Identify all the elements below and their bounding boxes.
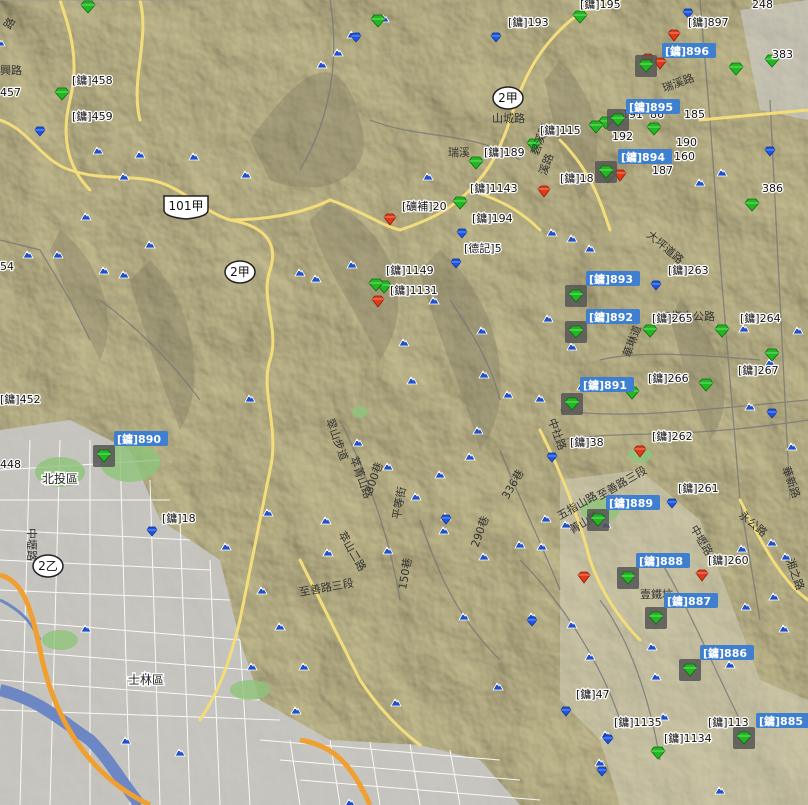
mine-label-m452[interactable]: [鏞]452 bbox=[0, 391, 42, 408]
mine-label-m47[interactable]: [鏞]47 bbox=[575, 686, 611, 703]
selected-label-text[interactable]: [鏞]892 bbox=[589, 310, 633, 324]
mine-label-m38[interactable]: [鏞]38 bbox=[569, 434, 605, 451]
map-view[interactable]: 101甲 2甲 2甲 2乙 路興路 山城路 瑞溪 瑞溪路 大坪道路 五指山公路 五指山路 華新路 翠山… bbox=[0, 0, 808, 805]
mine-label-m54[interactable]: 54 bbox=[0, 259, 15, 275]
mine-label-m263[interactable]: [鏞]263 bbox=[667, 262, 710, 279]
mine-label-m265[interactable]: [鏞]265 bbox=[651, 310, 694, 327]
mine-label-m195[interactable]: [鏞]195 bbox=[579, 0, 622, 12]
road-label: 中壢路 bbox=[25, 528, 39, 561]
mine-label-m194[interactable]: [鏞]194 bbox=[471, 210, 514, 227]
mine-label-m458[interactable]: [鏞]458 bbox=[71, 72, 114, 89]
mine-label-m459[interactable]: [鏞]459 bbox=[71, 108, 114, 125]
highway-shield-text: 101甲 bbox=[169, 199, 204, 213]
mine-label-m383[interactable]: 383 bbox=[771, 47, 795, 63]
selected-label-text[interactable]: [鏞]891 bbox=[583, 378, 627, 392]
map-canvas[interactable]: 101甲2甲2甲2乙 路興路山城路瑞溪瑞溪路大坪道路五指山公路五指山路華新路翠山… bbox=[0, 0, 808, 805]
selected-label-text[interactable]: [鏞]887 bbox=[667, 594, 711, 608]
selected-label-text[interactable]: [鏞]893 bbox=[589, 272, 633, 286]
mine-label-m113[interactable]: [鏞]113 bbox=[707, 714, 750, 731]
highway-shield-text: 2甲 bbox=[230, 265, 250, 279]
mine-label-m187[interactable]: 187 bbox=[651, 163, 675, 179]
mine-label-m248[interactable]: 248 bbox=[751, 0, 775, 12]
mine-label-m1143[interactable]: [鏞]1143 bbox=[469, 180, 519, 197]
highway-shield-101a: 101甲 bbox=[163, 195, 209, 220]
mine-label-m261[interactable]: [鏞]261 bbox=[677, 480, 720, 497]
selected-label-text[interactable]: [鏞]896 bbox=[665, 44, 709, 58]
selected-label-text[interactable]: [鏞]886 bbox=[703, 646, 747, 660]
mine-label-m192[interactable]: 192 bbox=[611, 129, 635, 145]
mine-label-m1131[interactable]: [鏞]1131 bbox=[389, 282, 439, 299]
mine-label-m457[interactable]: 457 bbox=[0, 85, 22, 101]
mine-label-m115[interactable]: [鏞]115 bbox=[539, 122, 582, 139]
selected-label-text[interactable]: [鏞]885 bbox=[759, 714, 803, 728]
mine-label-m1134[interactable]: [鏞]1134 bbox=[663, 730, 713, 747]
highway-shield-2a_top: 2甲 bbox=[492, 86, 524, 110]
mine-label-m20[interactable]: [礦補]20 bbox=[401, 198, 448, 215]
mine-label-m897[interactable]: [鏞]897 bbox=[687, 14, 730, 31]
mine-label-m1149[interactable]: [鏞]1149 bbox=[385, 262, 435, 279]
selected-label-text[interactable]: [鏞]889 bbox=[609, 496, 653, 510]
mine-label-m190[interactable]: 190 bbox=[675, 135, 699, 151]
highway-shield-2a_mid: 2甲 bbox=[224, 260, 256, 284]
mine-label-m189[interactable]: [鏞]189 bbox=[483, 144, 526, 161]
mine-label-m160[interactable]: 160 bbox=[673, 149, 697, 165]
mine-label-m18x[interactable]: [鏞]18 bbox=[559, 170, 595, 187]
highway-shield-text: 2甲 bbox=[498, 91, 518, 105]
mine-label-m266[interactable]: [鏞]266 bbox=[647, 370, 690, 387]
mine-label-m185[interactable]: 185 bbox=[683, 107, 707, 123]
selected-label-text[interactable]: [鏞]895 bbox=[629, 100, 673, 114]
place-label-shilin: 士林區 bbox=[128, 673, 164, 687]
mine-label-m386[interactable]: 386 bbox=[761, 181, 785, 197]
place-label-beitou: 北投區 bbox=[42, 471, 78, 486]
mine-label-m260[interactable]: [鏞]260 bbox=[707, 552, 750, 569]
road-label: 興路 bbox=[0, 64, 22, 77]
mine-label-m18[interactable]: [鏞]18 bbox=[161, 510, 197, 527]
road-label: 瑞溪 bbox=[448, 145, 470, 159]
mine-label-m193[interactable]: [鏞]193 bbox=[507, 14, 550, 31]
selected-label-text[interactable]: [鏞]890 bbox=[117, 432, 161, 446]
mine-label-m1135[interactable]: [鏞]1135 bbox=[613, 714, 663, 731]
mine-label-md5[interactable]: [德記]5 bbox=[463, 240, 503, 257]
mine-label-m264[interactable]: [鏞]264 bbox=[739, 310, 782, 327]
selected-label-text[interactable]: [鏞]894 bbox=[621, 150, 665, 164]
mine-label-m262[interactable]: [鏞]262 bbox=[651, 428, 694, 445]
mine-label-m448[interactable]: 448 bbox=[0, 457, 22, 473]
road-label: 山城路 bbox=[492, 112, 525, 125]
highway-shield-text: 2乙 bbox=[38, 559, 58, 573]
selected-label-text[interactable]: [鏞]888 bbox=[639, 554, 683, 568]
mine-label-m267[interactable]: [鏞]267 bbox=[737, 362, 780, 379]
